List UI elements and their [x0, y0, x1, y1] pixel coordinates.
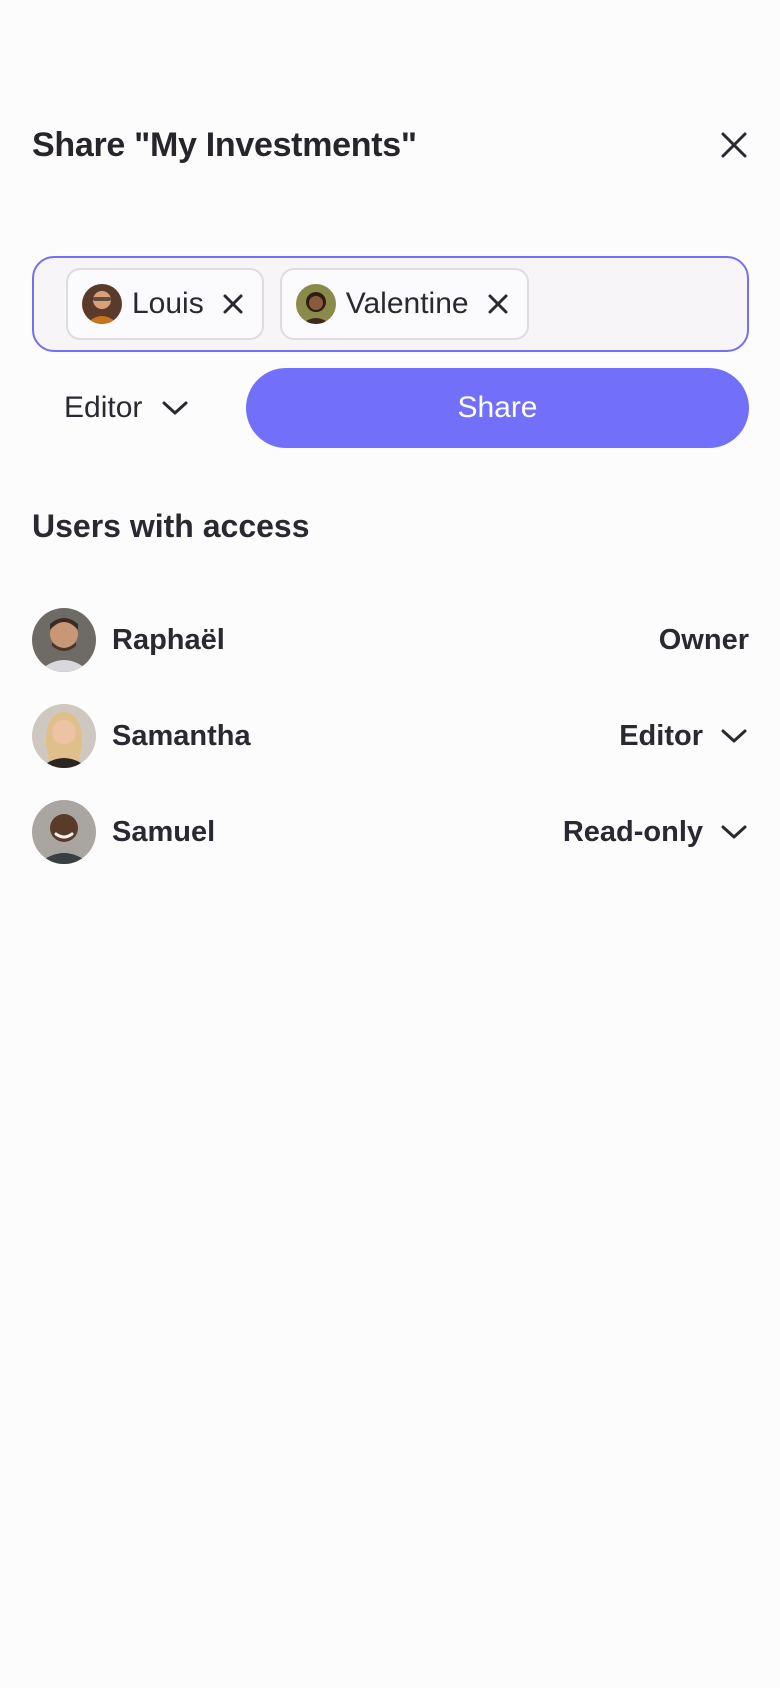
- users-with-access-title: Users with access: [32, 508, 310, 544]
- user-name: Raphaël: [112, 623, 225, 656]
- avatar: [32, 800, 96, 864]
- close-icon: [223, 294, 243, 314]
- list-item: Samuel Read-only: [32, 784, 749, 880]
- user-role: Owner: [659, 624, 749, 657]
- user-role-label: Editor: [619, 719, 703, 752]
- user-name: Samantha: [112, 719, 251, 752]
- close-button[interactable]: [712, 123, 756, 167]
- users-list: Raphaël Owner Samantha Editor Samuel Rea…: [32, 592, 749, 880]
- avatar: [82, 284, 122, 324]
- share-dialog: Share "My Investments" Louis Valentine E…: [0, 0, 780, 1688]
- recipient-name: Valentine: [345, 287, 469, 320]
- user-role-label: Read-only: [562, 815, 703, 848]
- avatar: [32, 608, 96, 672]
- user-role-select[interactable]: Read-only: [563, 816, 749, 849]
- chevron-down-icon: [162, 401, 188, 415]
- share-controls: Editor Share: [32, 368, 749, 448]
- recipient-chip-valentine[interactable]: Valentine: [279, 268, 529, 340]
- dialog-header: Share "My Investments": [32, 118, 748, 172]
- dialog-title: Share "My Investments": [32, 125, 417, 164]
- close-icon: [721, 132, 747, 158]
- remove-recipient-button[interactable]: [218, 289, 248, 319]
- list-item: Samantha Editor: [32, 688, 749, 784]
- chevron-down-icon: [721, 729, 747, 743]
- remove-recipient-button[interactable]: [483, 289, 513, 319]
- recipient-chip-louis[interactable]: Louis: [66, 268, 264, 340]
- recipient-name: Louis: [132, 287, 204, 320]
- recipients-input[interactable]: Louis Valentine: [32, 256, 749, 352]
- role-select-label: Editor: [64, 391, 143, 424]
- chevron-down-icon: [721, 825, 747, 839]
- close-icon: [488, 294, 508, 314]
- user-role-select[interactable]: Editor: [619, 720, 749, 753]
- list-item: Raphaël Owner: [32, 592, 749, 688]
- user-name: Samuel: [112, 815, 216, 848]
- share-button[interactable]: Share: [245, 368, 749, 448]
- avatar: [295, 284, 336, 324]
- user-role-label: Owner: [658, 623, 749, 656]
- avatar: [32, 704, 96, 768]
- role-select[interactable]: Editor: [32, 368, 238, 448]
